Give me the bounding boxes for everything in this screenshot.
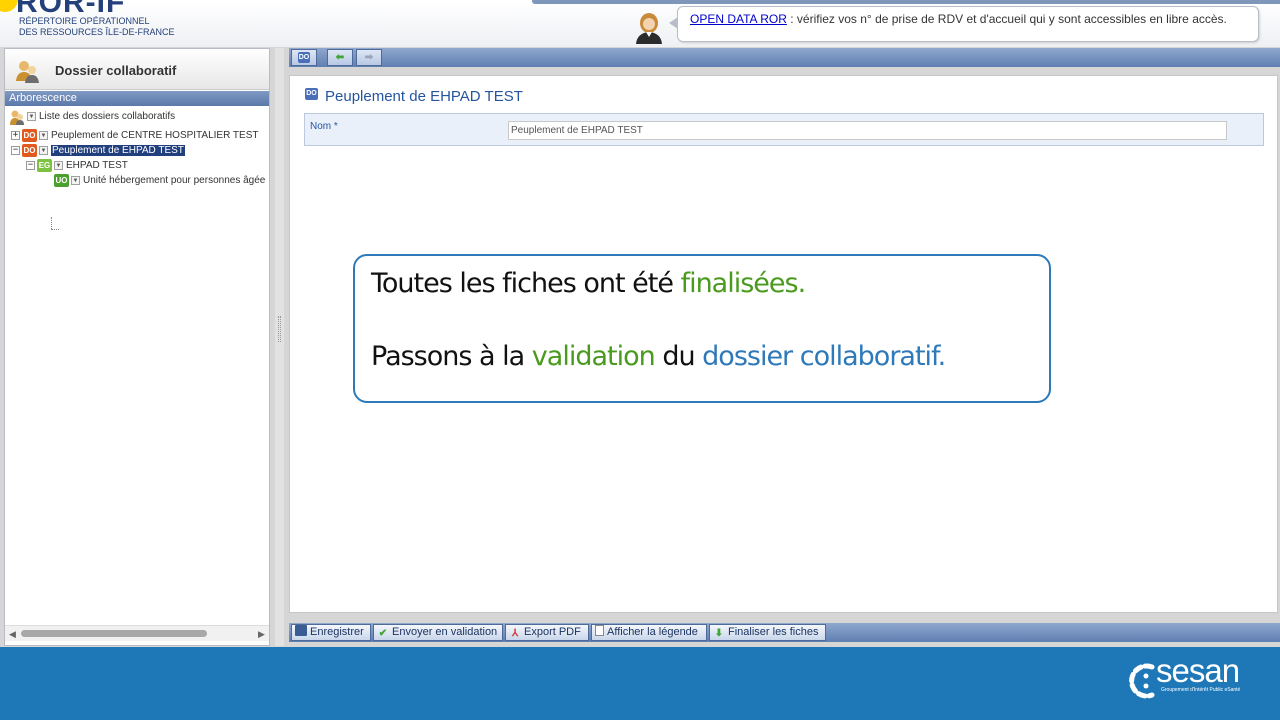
footer-band: sesan Groupement d'Intérêt Public eSanté [0,647,1280,720]
node-menu-toggle[interactable]: ▼ [54,161,63,170]
left-panel: Dossier collaboratif Arborescence ▼ List… [4,48,270,646]
scrollbar-thumb[interactable] [21,630,207,637]
splitter-grip-icon[interactable] [278,316,281,342]
callout-line-1: Toutes les fiches ont été finalisées. [371,268,1049,299]
eg-badge-icon: EG [37,159,52,172]
finalize-button[interactable]: ⬇ Finaliser les fiches [709,624,826,641]
panel-header: Dossier collaboratif [5,49,269,90]
action-bar: Enregistrer ✔ Envoyer en validation ⅄ Expo… [289,623,1280,642]
callout-highlight: dossier collaboratif. [702,341,946,372]
floppy-disk-icon [295,625,307,636]
callout-highlight: finalisées. [680,268,807,299]
do-badge-icon: DO [305,88,318,100]
news-text: : vérifiez vos n° de prise de RDV et d'a… [786,12,1227,26]
tree-label[interactable]: Peuplement de CENTRE HOSPITALIER TEST [51,130,258,141]
users-folder-icon [16,61,39,83]
callout-text: Passons à la [371,341,532,372]
tree-node-ehpad-eg[interactable]: − EG ▼ EHPAD TEST [26,158,128,173]
brand-tagline: Groupement d'Intérêt Public eSanté [1161,687,1241,693]
arrow-down-icon: ⬇ [714,628,724,639]
open-data-link[interactable]: OPEN DATA ROR [690,12,787,26]
tree-label-selected[interactable]: Peuplement de EHPAD TEST [51,145,185,156]
name-label: Nom * [310,121,338,132]
page-title: Peuplement de EHPAD TEST [325,88,523,105]
legend-label: Afficher la légende [607,626,698,638]
export-pdf-button[interactable]: ⅄ Export PDF [505,624,589,641]
brand-name: sesan [1156,652,1240,689]
tree-connector [51,217,52,229]
do-badge-icon: DO [22,129,37,142]
arrow-left-icon: ⬅ [335,52,345,63]
tree-label[interactable]: Unité hébergement pour personnes âgée [83,175,265,186]
back-button[interactable]: ⬅ [327,49,353,66]
save-label: Enregistrer [310,626,364,638]
uo-badge-icon: UO [54,174,69,187]
app-header: ROR-IF RÉPERTOIRE OPÉRATIONNEL DES RESSO… [0,0,1280,47]
tutorial-callout: Toutes les fiches ont été finalisées. Pa… [353,254,1051,403]
tree-node-centre-hospitalier[interactable]: + DO ▼ Peuplement de CENTRE HOSPITALIER … [11,128,258,143]
finalize-label: Finaliser les fiches [728,626,819,638]
pdf-label: Export PDF [524,626,581,638]
callout-text: du [654,341,703,372]
tree-node-ehpad-dossier[interactable]: − DO ▼ Peuplement de EHPAD TEST [11,143,185,158]
send-label: Envoyer en validation [392,626,498,638]
callout-line-2: Passons à la validation du dossier colla… [371,341,1049,372]
scroll-right-icon[interactable]: ▶ [258,629,265,640]
collapse-toggle[interactable]: − [26,161,35,170]
scroll-left-icon[interactable]: ◀ [9,629,16,640]
panel-splitter[interactable] [275,48,284,646]
document-icon [595,625,604,636]
form-section: Nom * [304,113,1264,146]
collapse-toggle[interactable]: − [11,146,20,155]
callout-highlight: validation [531,341,656,372]
user-avatar-icon [636,13,662,44]
top-toolbar: DO ⬅ ➡ [289,48,1280,67]
checkmark-icon: ✔ [378,628,388,639]
pdf-icon: ⅄ [511,628,519,639]
news-bubble: OPEN DATA ROR : vérifiez vos n° de prise… [669,6,1259,42]
horizontal-scrollbar[interactable]: ◀ ▶ [5,625,269,641]
tree-section-header: Arborescence [5,91,269,106]
do-badge-icon: DO [22,144,37,157]
users-folder-icon [10,110,24,125]
logo-subtitle-line2: DES RESSOURCES ÎLE-DE-FRANCE [19,27,175,37]
logo-subtitle-line1: RÉPERTOIRE OPÉRATIONNEL [19,16,150,26]
save-button[interactable]: Enregistrer [291,624,371,641]
node-menu-toggle[interactable]: ▼ [39,146,48,155]
tree-root[interactable]: ▼ Liste des dossiers collaboratifs [9,109,175,125]
do-badge-icon: DO [297,52,311,63]
expand-toggle[interactable]: + [11,131,20,140]
forward-button[interactable]: ➡ [356,49,382,66]
top-tabs-strip [532,0,1280,4]
show-legend-button[interactable]: Afficher la légende [591,624,707,641]
name-field[interactable] [508,121,1227,140]
tree-label[interactable]: EHPAD TEST [66,160,128,171]
tree-node-uo[interactable]: UO ▼ Unité hébergement pour personnes âg… [54,173,265,188]
callout-text: Toutes les fiches ont été [371,268,681,299]
node-menu-toggle[interactable]: ▼ [71,176,80,185]
node-menu-toggle[interactable]: ▼ [27,112,36,121]
dossier-button[interactable]: DO [291,49,317,66]
panel-title: Dossier collaboratif [55,63,177,78]
arrow-right-icon: ➡ [364,52,374,63]
send-validation-button[interactable]: ✔ Envoyer en validation [373,624,503,641]
tree-label[interactable]: Liste des dossiers collaboratifs [39,111,175,122]
tree-connector [51,229,59,230]
node-menu-toggle[interactable]: ▼ [39,131,48,140]
